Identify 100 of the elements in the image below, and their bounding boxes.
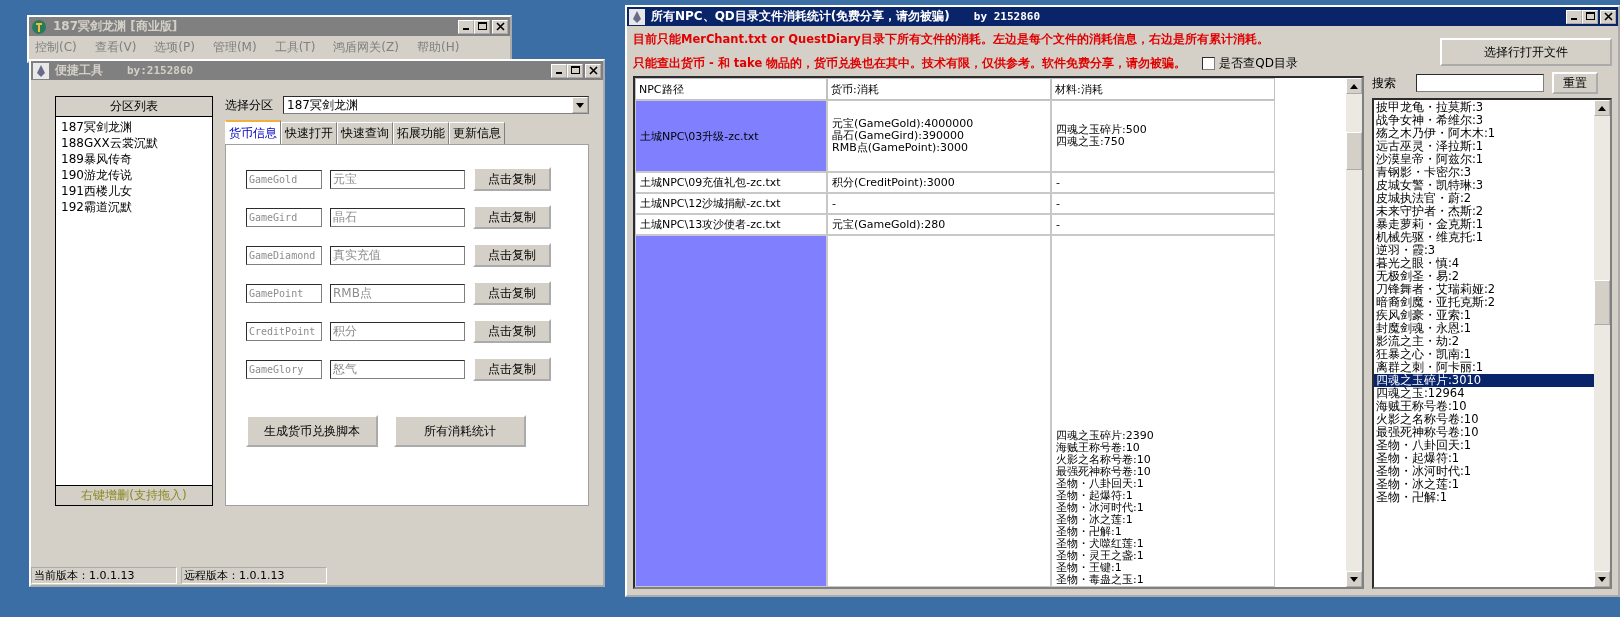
table-cell: -: [827, 193, 1051, 214]
column-header[interactable]: NPC路径: [635, 78, 827, 100]
list-item[interactable]: 狂暴之心・凯南:1: [1374, 348, 1594, 361]
list-item[interactable]: 机械先驱・维克托:1: [1374, 231, 1594, 244]
list-item[interactable]: 战争女神・希维尔:3: [1374, 114, 1594, 127]
list-item[interactable]: 离群之刺・阿卡丽:1: [1374, 361, 1594, 374]
server-dropdown[interactable]: 187冥剑龙渊: [283, 96, 589, 114]
select-label: 选择分区: [225, 96, 273, 114]
list-item[interactable]: 187冥剑龙渊: [61, 119, 207, 135]
list-header: 分区列表: [56, 97, 212, 117]
window-title: 所有NPC、QD目录文件消耗统计(免费分享，请勿被骗): [651, 8, 950, 25]
copy-button[interactable]: 点击复制: [473, 205, 551, 229]
list-item[interactable]: 火影之名称号卷:10: [1374, 413, 1594, 426]
list-item[interactable]: 暗裔剑魔・亚托克斯:2: [1374, 296, 1594, 309]
table-cell: 积分(CreditPoint):3000: [827, 172, 1051, 193]
list-item[interactable]: 圣物・卍解:1: [1374, 491, 1594, 504]
list-item[interactable]: 逆羽・霞:3: [1374, 244, 1594, 257]
list-item[interactable]: 刀锋舞者・艾瑞莉娅:2: [1374, 283, 1594, 296]
scroll-thumb[interactable]: [1346, 132, 1362, 171]
list-item[interactable]: 圣物・冰河时代:1: [1374, 465, 1594, 478]
list-item[interactable]: 远古巫灵・泽拉斯:1: [1374, 140, 1594, 153]
search-field[interactable]: [1416, 74, 1544, 92]
close-button[interactable]: [1600, 9, 1616, 24]
list-item[interactable]: 皮城执法官・蔚:2: [1374, 192, 1594, 205]
window-title: 187冥剑龙渊 [商业版]: [53, 18, 178, 35]
column-header[interactable]: 货币:消耗: [827, 78, 1051, 100]
list-item[interactable]: 191西楼儿女: [61, 183, 207, 199]
maximize-button[interactable]: [1582, 9, 1598, 24]
action-button[interactable]: 生成货币兑换脚本: [246, 415, 378, 447]
tab[interactable]: 快速查询: [337, 122, 393, 144]
list-item[interactable]: 最强死神称号卷:10: [1374, 426, 1594, 439]
copy-button[interactable]: 点击复制: [473, 319, 551, 343]
list-item[interactable]: 圣物・八卦回天:1: [1374, 439, 1594, 452]
action-button[interactable]: 所有消耗统计: [394, 415, 526, 447]
table-cell: -: [1051, 193, 1275, 214]
list-item[interactable]: 疾风剑豪・亚索:1: [1374, 309, 1594, 322]
table-cell: 元宝(GameGold):280: [827, 214, 1051, 235]
list-item[interactable]: 四魂之玉:12964: [1374, 387, 1594, 400]
list-item[interactable]: 未来守护者・杰斯:2: [1374, 205, 1594, 218]
list-item[interactable]: 殇之木乃伊・阿木木:1: [1374, 127, 1594, 140]
list-item[interactable]: 封魔剑魂・永恩:1: [1374, 322, 1594, 335]
app-icon: [31, 18, 47, 35]
list-item[interactable]: 圣物・冰之莲:1: [1374, 478, 1594, 491]
table-cell: -: [1051, 214, 1275, 235]
table-cell[interactable]: 土城NPC\12沙城捐献-zc.txt: [635, 193, 827, 214]
checkbox-label: 是否查QD目录: [1219, 55, 1298, 72]
minimize-button[interactable]: [1566, 9, 1582, 24]
list-item[interactable]: 无极剑圣・易:2: [1374, 270, 1594, 283]
scrollbar[interactable]: [1346, 78, 1362, 587]
close-icon: [495, 22, 505, 31]
tab[interactable]: 货币信息: [225, 120, 281, 144]
down-arrow-icon: [1350, 576, 1358, 582]
close-icon: [588, 66, 598, 75]
list-item[interactable]: 190游龙传说: [61, 167, 207, 183]
copy-button[interactable]: 点击复制: [473, 243, 551, 267]
list-item[interactable]: 暮光之眼・慎:4: [1374, 257, 1594, 270]
table-cell[interactable]: 土城NPC\09充值礼包-zc.txt: [635, 172, 827, 193]
list-item[interactable]: 暴走萝莉・金克斯:1: [1374, 218, 1594, 231]
search-label: 搜索: [1372, 74, 1396, 92]
status-field: 当前版本：1.0.1.13: [31, 567, 177, 584]
list-footer: 右键增删(支持拖入): [56, 485, 212, 505]
notice-text: 只能查出货币 - 和 take 物品的，货币兑换也在其中。技术有限，仅供参考。软件免费分享，请勿被骗。: [633, 56, 1187, 71]
copy-button[interactable]: 点击复制: [473, 357, 551, 381]
scrollbar[interactable]: [1594, 100, 1610, 587]
column-header[interactable]: 材料:消耗: [1051, 78, 1275, 100]
list-item[interactable]: 海贼王称号卷:10: [1374, 400, 1594, 413]
list-item[interactable]: 四魂之玉碎片:3010: [1374, 374, 1594, 387]
table-cell[interactable]: [635, 235, 827, 587]
list-item[interactable]: 皮城女警・凯特琳:3: [1374, 179, 1594, 192]
list-item[interactable]: 188GXX云裳沉默: [61, 135, 207, 151]
open-file-button[interactable]: 选择行打开文件: [1440, 38, 1612, 66]
maximize-icon: [477, 22, 487, 31]
maximize-icon: [1585, 12, 1595, 21]
list-item[interactable]: 影流之主・劫:2: [1374, 335, 1594, 348]
list-item[interactable]: 圣物・起爆符:1: [1374, 452, 1594, 465]
notice-text: 目前只能MerChant.txt or QuestDiary目录下所有文件的消耗。左边是每个文件的消耗信息，右边是所有累计消耗。: [633, 32, 1270, 47]
list-item[interactable]: 沙漠皇帝・阿兹尔:1: [1374, 153, 1594, 166]
table-cell: 元宝(GameGold):4000000 晶石(GameGird):390000 RMB点(GamePoint):3000: [827, 100, 1051, 172]
tab[interactable]: 拓展功能: [393, 122, 449, 144]
reset-button[interactable]: 重置: [1552, 72, 1598, 94]
scroll-thumb[interactable]: [1594, 279, 1610, 326]
list-item[interactable]: 189暴风传奇: [61, 151, 207, 167]
close-icon: [1603, 12, 1613, 21]
copy-button[interactable]: 点击复制: [473, 167, 551, 191]
table-cell[interactable]: 土城NPC\13攻沙使者-zc.txt: [635, 214, 827, 235]
copy-button[interactable]: 点击复制: [473, 281, 551, 305]
tab[interactable]: 更新信息: [449, 122, 505, 144]
app-icon: [629, 8, 645, 25]
dropdown-arrow-icon: [576, 102, 584, 108]
table-cell[interactable]: 土城NPC\03升级-zc.txt: [635, 100, 827, 172]
table-cell: -: [1051, 172, 1275, 193]
down-arrow-icon: [1598, 576, 1606, 582]
maximize-icon: [570, 66, 580, 75]
tab[interactable]: 快速打开: [281, 122, 337, 144]
up-arrow-icon: [1350, 83, 1358, 89]
list-item[interactable]: 青钢影・卡密尔:3: [1374, 166, 1594, 179]
list-item[interactable]: 披甲龙龟・拉莫斯:3: [1374, 101, 1594, 114]
author-label: by:2152860: [127, 64, 194, 77]
checkbox[interactable]: [1202, 57, 1216, 70]
list-item[interactable]: 192霸道沉默: [61, 199, 207, 215]
